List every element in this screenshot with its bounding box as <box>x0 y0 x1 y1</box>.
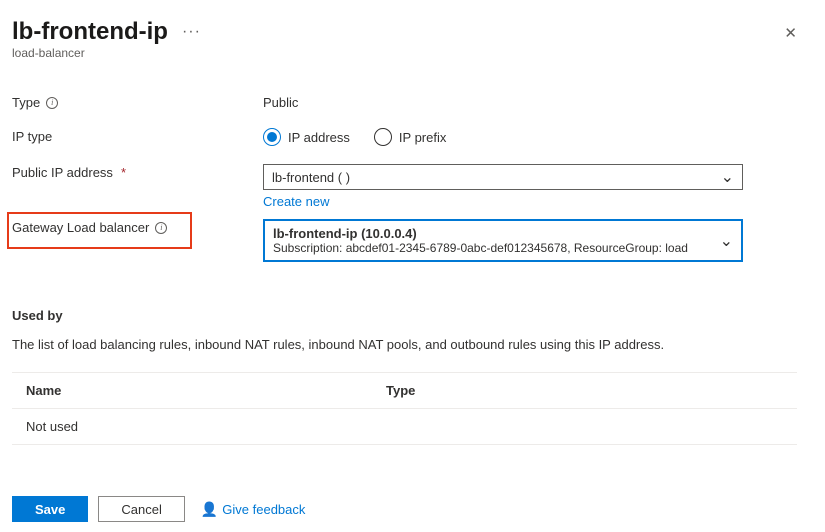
col-type: Type <box>386 383 783 398</box>
chevron-down-icon: ⌄ <box>720 231 733 251</box>
create-new-link[interactable]: Create new <box>263 194 329 209</box>
gateway-lb-label: Gateway Load balancer <box>12 220 149 235</box>
public-ip-label: Public IP address <box>12 165 113 180</box>
public-ip-select[interactable]: lb-frontend ( ) ⌄ <box>263 164 743 190</box>
more-icon[interactable]: ··· <box>182 23 201 41</box>
gateway-lb-value-line2: Subscription: abcdef01-2345-6789-0abc-de… <box>273 241 688 255</box>
col-name: Name <box>26 383 386 398</box>
used-by-description: The list of load balancing rules, inboun… <box>12 337 797 352</box>
ip-type-label: IP type <box>12 129 52 144</box>
info-icon[interactable]: i <box>46 97 58 109</box>
give-feedback-label: Give feedback <box>222 502 305 517</box>
gateway-lb-value-line1: lb-frontend-ip (10.0.0.4) <box>273 226 688 241</box>
ip-type-prefix-radio[interactable]: IP prefix <box>374 128 446 146</box>
ip-type-address-radio[interactable]: IP address <box>263 128 350 146</box>
used-by-heading: Used by <box>12 308 797 323</box>
cell-name: Not used <box>26 419 386 434</box>
public-ip-value: lb-frontend ( ) <box>272 170 350 185</box>
give-feedback-link[interactable]: 👤 Give feedback <box>201 501 306 518</box>
ip-type-prefix-label: IP prefix <box>399 130 446 145</box>
table-header-row: Name Type <box>12 373 797 409</box>
radio-selected-icon <box>263 128 281 146</box>
type-label: Type <box>12 95 40 110</box>
used-by-table: Name Type Not used <box>12 372 797 445</box>
page-title: lb-frontend-ip <box>12 18 168 46</box>
gateway-lb-select[interactable]: lb-frontend-ip (10.0.0.4) Subscription: … <box>263 219 743 262</box>
table-row: Not used <box>12 409 797 445</box>
info-icon[interactable]: i <box>155 222 167 234</box>
cell-type <box>386 419 783 434</box>
feedback-icon: 👤 <box>201 501 218 518</box>
type-value: Public <box>263 94 797 110</box>
save-button[interactable]: Save <box>12 496 88 522</box>
cancel-button[interactable]: Cancel <box>98 496 184 522</box>
ip-type-address-label: IP address <box>288 130 350 145</box>
page-subtitle: load-balancer <box>12 46 784 60</box>
required-asterisk: * <box>121 165 126 180</box>
chevron-down-icon: ⌄ <box>721 167 734 187</box>
radio-unselected-icon <box>374 128 392 146</box>
close-icon[interactable]: ✕ <box>784 18 797 42</box>
